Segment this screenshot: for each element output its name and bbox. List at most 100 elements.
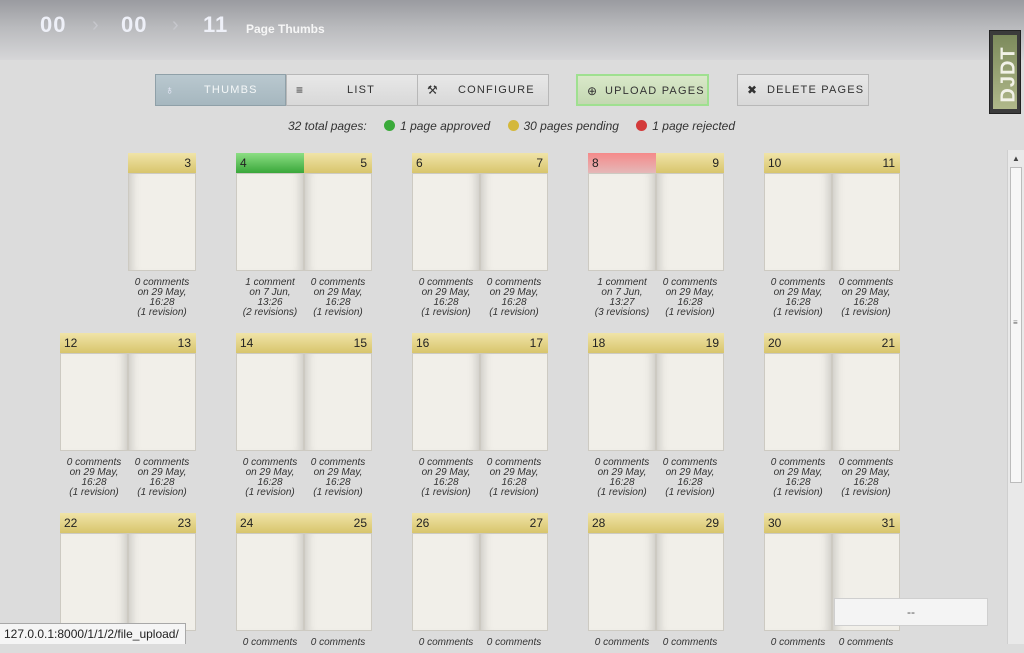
page-meta: 0 comments	[412, 638, 480, 648]
meta-comments: 0 comments	[594, 637, 650, 648]
delete-label: DELETE PAGES	[767, 84, 865, 96]
flask-icon: ♁	[165, 83, 176, 97]
page-number-label: 4	[236, 153, 304, 173]
page-thumbnail[interactable]	[236, 173, 304, 271]
approved-count: 1 page approved	[400, 119, 491, 133]
delete-pages-button[interactable]: ✖ DELETE PAGES	[737, 74, 869, 106]
thumbs-button[interactable]: ♁ THUMBS	[155, 74, 286, 106]
page-thumbnail[interactable]	[588, 173, 656, 271]
meta-revisions: (1 revision)	[313, 487, 363, 498]
pending-count: 30 pages pending	[523, 119, 619, 133]
page-thumbnail[interactable]	[656, 533, 724, 631]
page-number-label: 15	[304, 333, 372, 353]
page-meta: 0 comments on 29 May, 16:28 (1 revision)	[304, 458, 372, 498]
pending-dot-icon	[507, 120, 519, 131]
page-meta: 0 comments	[480, 638, 548, 648]
page-meta: 0 comments on 29 May, 16:28 (1 revision)	[764, 458, 832, 498]
page-meta: 0 comments on 29 May, 16:28 (1 revision)	[480, 458, 548, 498]
page-thumbnail[interactable]	[128, 533, 196, 631]
rejected-count: 1 page rejected	[652, 119, 735, 133]
page-meta: 0 comments on 29 May, 16:28 (1 revision)	[588, 458, 656, 498]
meta-comments: 0 comments	[662, 637, 718, 648]
page-thumbnail[interactable]	[236, 353, 304, 451]
breadcrumb-issue[interactable]: 00	[121, 12, 147, 38]
page-thumbnail[interactable]	[128, 173, 196, 271]
page-meta: 0 comments on 29 May, 16:28 (1 revision)	[412, 278, 480, 318]
page-thumbnail[interactable]	[764, 353, 832, 451]
page-meta: 0 comments on 29 May, 16:28 (1 revision)	[412, 458, 480, 498]
meta-revisions: (1 revision)	[597, 487, 647, 498]
page-meta: 0 comments on 29 May, 16:28 (1 revision)	[764, 278, 832, 318]
page-number-label: 9	[656, 153, 724, 173]
page-number-label: 18	[588, 333, 656, 353]
vertical-scrollbar[interactable]: ▲ ≡	[1007, 150, 1024, 644]
page-thumbnail[interactable]	[412, 533, 480, 631]
page-meta: 1 comment on 7 Jun, 13:26 (2 revisions)	[236, 278, 304, 318]
page-thumbnail[interactable]	[588, 353, 656, 451]
page-thumbnail[interactable]	[304, 353, 372, 451]
page-thumbnail[interactable]	[304, 173, 372, 271]
page-meta: 0 comments on 29 May, 16:28 (1 revision)	[236, 458, 304, 498]
list-label: LIST	[347, 84, 376, 96]
meta-comments: 0 comments	[486, 637, 542, 648]
page-thumbnail[interactable]	[764, 173, 832, 271]
page-thumbnail[interactable]	[588, 533, 656, 631]
page-number-label: 16	[412, 333, 480, 353]
meta-comments: 0 comments	[418, 637, 474, 648]
meta-revisions: (1 revision)	[665, 307, 715, 318]
page-thumbnail[interactable]	[480, 353, 548, 451]
list-button[interactable]: ≡ LIST	[286, 74, 418, 106]
page-number-label: 25	[304, 513, 372, 533]
page-meta: 1 comment on 7 Jun, 13:27 (3 revisions)	[588, 278, 656, 318]
page-number-label: 20	[764, 333, 832, 353]
page-number-label: 19	[656, 333, 724, 353]
page-spread: 26 0 comments 27 0 comments	[412, 513, 548, 653]
page-meta: 0 comments on 29 May, 16:28 (1 revision)	[128, 458, 196, 498]
page-number-label: 5	[304, 153, 372, 173]
page-number-label: 8	[588, 153, 656, 173]
page-thumbnail[interactable]	[236, 533, 304, 631]
page-thumbnail[interactable]	[764, 533, 832, 631]
breadcrumb-volume[interactable]: 00	[40, 12, 66, 38]
meta-comments: 0 comments	[310, 637, 366, 648]
upload-label: UPLOAD PAGES	[605, 85, 705, 97]
page-spread: 4 1 comment on 7 Jun, 13:26 (2 revisions) 5 0 …	[236, 153, 372, 318]
page-meta: 0 comments	[656, 638, 724, 648]
page-thumbnail[interactable]	[832, 353, 900, 451]
upload-pages-button[interactable]: ⊕ UPLOAD PAGES	[576, 74, 709, 106]
configure-button[interactable]: ⚒ CONFIGURE	[417, 74, 549, 106]
page-spread: 6 0 comments on 29 May, 16:28 (1 revision) 7 0…	[412, 153, 548, 318]
page-spread: 14 0 comments on 29 May, 16:28 (1 revision) 1…	[236, 333, 372, 498]
page-thumbnail[interactable]	[304, 533, 372, 631]
chevron-right-icon: ›	[172, 14, 179, 36]
page-thumbnail[interactable]	[60, 353, 128, 451]
page-number-label: 31	[832, 513, 900, 533]
meta-revisions: (1 revision)	[841, 307, 891, 318]
page-spread: 3 0 comments on 29 May, 16:28 (1 revision)	[60, 153, 196, 318]
page-number-label: 12	[60, 333, 128, 353]
djdt-toolbar-handle[interactable]: DJDT	[989, 30, 1021, 114]
meta-revisions: (1 revision)	[773, 487, 823, 498]
page-spread: 10 0 comments on 29 May, 16:28 (1 revision) 1…	[764, 153, 900, 318]
meta-revisions: (2 revisions)	[242, 307, 298, 318]
wrench-icon: ⚒	[427, 83, 439, 97]
page-thumbnail[interactable]	[656, 173, 724, 271]
page-number-label: 24	[236, 513, 304, 533]
approved-dot-icon	[384, 120, 396, 131]
meta-revisions: (1 revision)	[841, 487, 891, 498]
meta-revisions: (1 revision)	[313, 307, 363, 318]
page-thumbnail[interactable]	[656, 353, 724, 451]
logo-text: DJDT	[997, 46, 1020, 103]
page-thumbnail[interactable]	[412, 353, 480, 451]
page-thumbnail[interactable]	[480, 173, 548, 271]
page-thumbnail[interactable]	[60, 533, 128, 631]
scroll-up-arrow-icon[interactable]: ▲	[1008, 150, 1024, 167]
page-thumbnail[interactable]	[128, 353, 196, 451]
page-thumbnail[interactable]	[832, 173, 900, 271]
page-thumbnail[interactable]	[480, 533, 548, 631]
page-meta: 0 comments on 29 May, 16:28 (1 revision)	[832, 458, 900, 498]
scroll-thumb[interactable]: ≡	[1010, 167, 1022, 483]
page-spread: 24 0 comments 25 0 comments	[236, 513, 372, 653]
page-thumbnail[interactable]	[412, 173, 480, 271]
meta-revisions: (1 revision)	[421, 307, 471, 318]
